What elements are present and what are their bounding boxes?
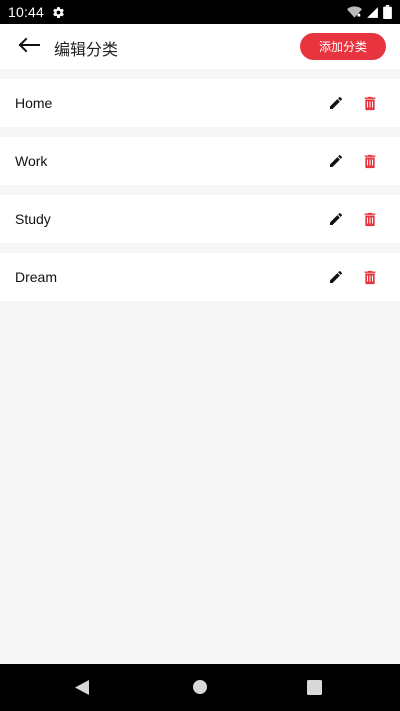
pencil-icon	[330, 96, 343, 109]
pencil-icon	[330, 212, 343, 225]
list-item-home: Home	[0, 79, 400, 127]
pencil-icon	[330, 270, 343, 283]
status-time: 10:44	[8, 4, 45, 20]
category-label: Work	[15, 153, 48, 169]
pencil-icon	[330, 154, 343, 167]
category-label: Dream	[15, 269, 58, 285]
list-item-work: Work	[0, 137, 400, 185]
app-header: 编辑分类 添加分类	[0, 24, 400, 69]
edit-button[interactable]	[326, 267, 346, 287]
arrow-left-icon	[17, 37, 41, 57]
edit-button[interactable]	[326, 151, 346, 171]
trash-icon	[364, 154, 376, 168]
category-label: Home	[15, 95, 53, 111]
trash-icon	[364, 270, 376, 284]
status-bar: 10:44	[0, 0, 400, 24]
category-list: Home Work Study Dream	[0, 79, 400, 311]
trash-icon	[364, 212, 376, 226]
page-title: 编辑分类	[54, 40, 119, 59]
list-item-study: Study	[0, 195, 400, 243]
nav-back-icon[interactable]	[74, 679, 90, 700]
status-right	[347, 5, 392, 19]
battery-icon	[383, 5, 392, 19]
system-nav-bar	[0, 664, 400, 711]
status-left: 10:44	[8, 4, 65, 20]
nav-recents-icon[interactable]	[307, 680, 322, 699]
wifi-icon	[347, 6, 362, 18]
delete-button[interactable]	[360, 267, 380, 287]
signal-icon	[366, 6, 379, 19]
edit-button[interactable]	[326, 93, 346, 113]
delete-button[interactable]	[360, 209, 380, 229]
settings-gear-icon	[52, 6, 65, 19]
back-button[interactable]	[14, 34, 44, 60]
trash-icon	[364, 96, 376, 110]
add-category-button[interactable]: 添加分类	[300, 33, 386, 60]
edit-button[interactable]	[326, 209, 346, 229]
list-item-dream: Dream	[0, 253, 400, 301]
delete-button[interactable]	[360, 151, 380, 171]
nav-home-icon[interactable]	[192, 679, 208, 699]
delete-button[interactable]	[360, 93, 380, 113]
category-label: Study	[15, 211, 51, 227]
